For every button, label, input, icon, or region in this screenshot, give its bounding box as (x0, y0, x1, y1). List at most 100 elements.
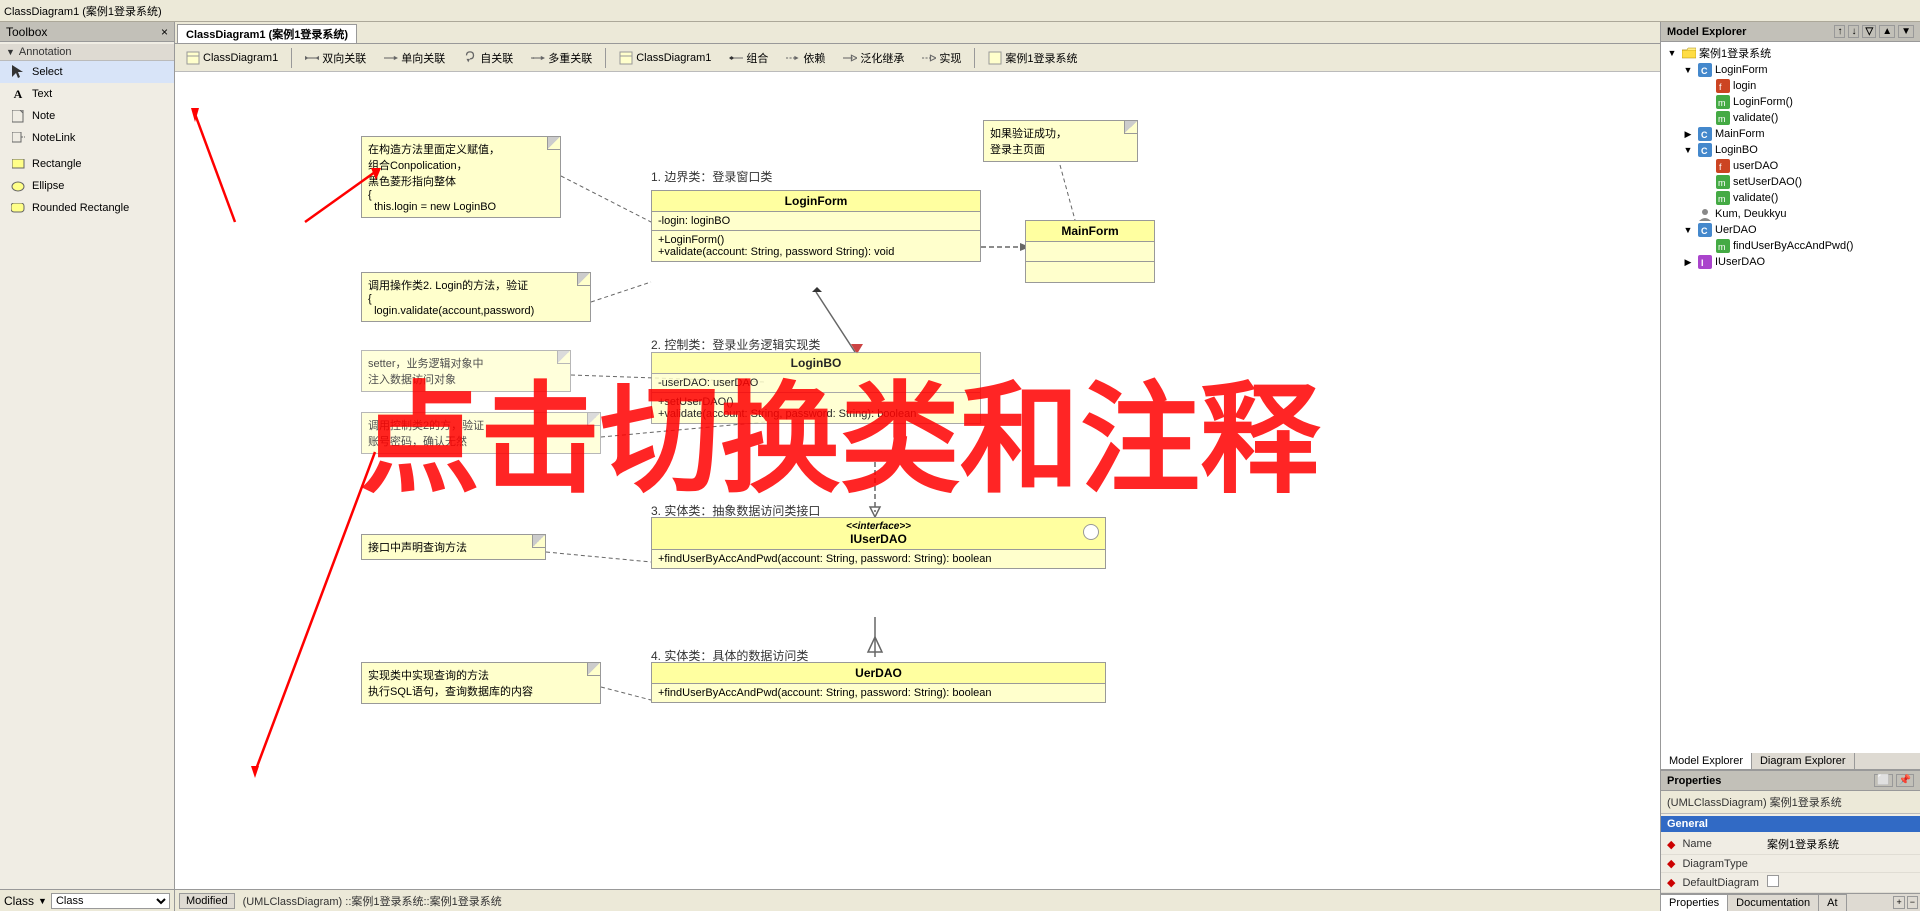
note-7[interactable]: 如果验证成功，登录主页面 (983, 120, 1138, 162)
classdiagram-icon (186, 51, 200, 65)
center-area: ClassDiagram1 (案例1登录系统) ClassDiagram1 双向… (175, 22, 1660, 911)
prop-section-general: General (1661, 816, 1920, 832)
tab-diagram-explorer[interactable]: Diagram Explorer (1752, 753, 1855, 769)
note-1[interactable]: 在构造方法里面定义赋值，组合Conpolication，黑色菱形指向整体{ th… (361, 136, 561, 218)
svg-text:C: C (1701, 146, 1708, 156)
note-tool-icon (10, 108, 26, 124)
panel-expand-icon[interactable]: + (1893, 896, 1904, 909)
tree-item-validate[interactable]: ▶ m validate() (1663, 110, 1918, 126)
tree-item-uerdao[interactable]: ▼ C UerDAO (1663, 222, 1918, 238)
main-area: Toolbox × ▼ Annotation Select A (0, 22, 1920, 911)
tree-item-loginform-ctor[interactable]: ▶ m LoginForm() (1663, 94, 1918, 110)
tree-expand-loginform[interactable]: ▼ (1681, 63, 1695, 77)
title-bar: ClassDiagram1 (案例1登录系统) (0, 0, 1920, 22)
prop-resize1-icon[interactable]: ⬜ (1874, 774, 1892, 787)
toolbox-item-text[interactable]: A Text (0, 83, 174, 105)
tree-item-setuserdao[interactable]: ▶ m setUserDAO() (1663, 174, 1918, 190)
field-icon-userdao: f (1716, 159, 1730, 173)
panel-up-icon[interactable]: ▲ (1879, 25, 1895, 38)
defaultdiagram-checkbox[interactable] (1767, 875, 1779, 887)
uml-class-iuserdao[interactable]: <<interface>> IUserDAO +findUserByAccAnd… (651, 517, 1106, 569)
toolbar-multiassoc-btn[interactable]: * 多重关联 (524, 47, 599, 69)
prop-row-defaultdiagram: ◆ DefaultDiagram (1661, 873, 1920, 893)
svg-text:m: m (1718, 242, 1726, 252)
toolbox-close-icon[interactable]: × (161, 25, 168, 39)
tree-item-kumdeukkyu[interactable]: ▶ Kum, Deukkyu (1663, 206, 1918, 222)
toolbox-footer-label: Class (4, 894, 34, 908)
tree-item-userdao[interactable]: ▶ f userDAO (1663, 158, 1918, 174)
bottom-tab-at[interactable]: At (1819, 894, 1846, 911)
prop-value-name[interactable]: 案例1登录系统 (1767, 836, 1914, 852)
toolbar-bidirectional-btn[interactable]: 双向关联 (298, 47, 373, 69)
note-6[interactable]: 实现类中实现查询的方法执行SQL语句，查询数据库的内容 (361, 662, 601, 704)
method-icon-validate: m (1716, 111, 1730, 125)
method-icon-finduser2: m (1716, 239, 1730, 253)
panel-collapse-icon[interactable]: − (1907, 896, 1918, 909)
toolbar-unidirectional-btn[interactable]: 单向关联 (377, 47, 452, 69)
model-explorer-tree[interactable]: ▼ 案例1登录系统 ▼ C LoginForm ▶ (1661, 42, 1920, 753)
tree-label-userdao: userDAO (1733, 160, 1778, 172)
toolbox-rounded-rectangle-label: Rounded Rectangle (32, 202, 129, 214)
diagram-tab-main[interactable]: ClassDiagram1 (案例1登录系统) (177, 24, 357, 43)
tree-label-login: login (1733, 80, 1756, 92)
tree-expand-loginbo[interactable]: ▼ (1681, 143, 1695, 157)
svg-text:I: I (1701, 258, 1704, 268)
tree-item-mainform[interactable]: ▶ C MainForm (1663, 126, 1918, 142)
note-2[interactable]: 调用操作类2. Login的方法，验证{ login.validate(acco… (361, 272, 591, 322)
toolbox-ellipse-label: Ellipse (32, 180, 64, 192)
diagram-canvas[interactable]: 点击切换类和注释 1. 边界类：登录窗口类 2. 控制类：登录业务逻辑实现类 3… (175, 72, 1660, 889)
toolbar-classdiagram1-2-btn[interactable]: ClassDiagram1 (612, 48, 718, 68)
note-5[interactable]: 接口中声明查询方法 (361, 534, 546, 560)
toolbox-item-rounded-rectangle[interactable]: Rounded Rectangle (0, 197, 174, 219)
bottom-tab-documentation[interactable]: Documentation (1728, 894, 1819, 911)
toolbox-select-label: Select (32, 66, 63, 78)
toolbox-footer-select[interactable]: Class Interface Package (51, 893, 170, 909)
tree-expand-case1[interactable]: ▼ (1665, 46, 1679, 60)
uml-class-mainform[interactable]: MainForm (1025, 220, 1155, 283)
toolbar-generalization-btn[interactable]: 泛化继承 (836, 47, 911, 69)
status-modified-label: Modified (179, 893, 235, 909)
tree-item-finduser2[interactable]: ▶ m findUserByAccAndPwd() (1663, 238, 1918, 254)
toolbox-annotation-group[interactable]: ▼ Annotation (0, 44, 174, 61)
class-icon-mainform: C (1698, 127, 1712, 141)
tab-model-explorer[interactable]: Model Explorer (1661, 753, 1752, 769)
tree-item-validate2[interactable]: ▶ m validate() (1663, 190, 1918, 206)
tree-label-kumdeukkyu: Kum, Deukkyu (1715, 208, 1787, 220)
uml-class-uerdao[interactable]: UerDAO +findUserByAccAndPwd(account: Str… (651, 662, 1106, 703)
toolbox-footer: Class ▼ Class Interface Package (0, 889, 174, 911)
svg-text:C: C (1701, 226, 1708, 236)
tree-item-login[interactable]: ▶ f login (1663, 78, 1918, 94)
svg-text:m: m (1718, 178, 1726, 188)
diamond-icon-dd: ◆ (1667, 876, 1675, 889)
toolbox-item-rectangle[interactable]: Rectangle (0, 153, 174, 175)
toolbox-item-note[interactable]: Note (0, 105, 174, 127)
panel-down-icon[interactable]: ▼ (1898, 25, 1914, 38)
diamond-icon-dtype: ◆ (1667, 857, 1675, 870)
toolbar-classdiagram1-btn[interactable]: ClassDiagram1 (179, 48, 285, 68)
tree-expand-iuserdao[interactable]: ▶ (1681, 255, 1695, 269)
panel-header-buttons: ↑ ↓ ▽ ▲ ▼ (1834, 25, 1914, 38)
tree-item-loginform[interactable]: ▼ C LoginForm (1663, 62, 1918, 78)
toolbox-item-ellipse[interactable]: Ellipse (0, 175, 174, 197)
tree-expand-uerdao[interactable]: ▼ (1681, 223, 1695, 237)
prop-pin-icon[interactable]: 📌 (1896, 774, 1914, 787)
toolbar-composition-btn[interactable]: 组合 (722, 47, 775, 69)
tree-item-loginbo[interactable]: ▼ C LoginBO (1663, 142, 1918, 158)
toolbox-item-notelink[interactable]: NoteLink (0, 127, 174, 149)
toolbox-note-label: Note (32, 110, 55, 122)
toolbar-dependency-btn[interactable]: 依赖 (779, 47, 832, 69)
toolbar-realization-btn[interactable]: 实现 (915, 47, 968, 69)
tree-item-case1[interactable]: ▼ 案例1登录系统 (1663, 44, 1918, 62)
tree-expand-mainform[interactable]: ▶ (1681, 127, 1695, 141)
toolbox-item-select[interactable]: Select (0, 61, 174, 83)
panel-sort-desc-icon[interactable]: ↓ (1848, 25, 1859, 38)
text-tool-icon: A (10, 86, 26, 102)
panel-sort-asc-icon[interactable]: ↑ (1834, 25, 1845, 38)
bottom-tab-properties[interactable]: Properties (1661, 894, 1728, 911)
iuserdao-header: <<interface>> IUserDAO (652, 518, 1105, 550)
toolbar-selfassoc-btn[interactable]: 自关联 (456, 47, 520, 69)
uml-class-loginform[interactable]: LoginForm -login: loginBO +LoginForm() +… (651, 190, 981, 262)
tree-item-iuserdao[interactable]: ▶ I IUserDAO (1663, 254, 1918, 270)
panel-filter-icon[interactable]: ▽ (1862, 25, 1876, 38)
toolbar-case1-btn[interactable]: 案例1登录系统 (981, 47, 1084, 69)
